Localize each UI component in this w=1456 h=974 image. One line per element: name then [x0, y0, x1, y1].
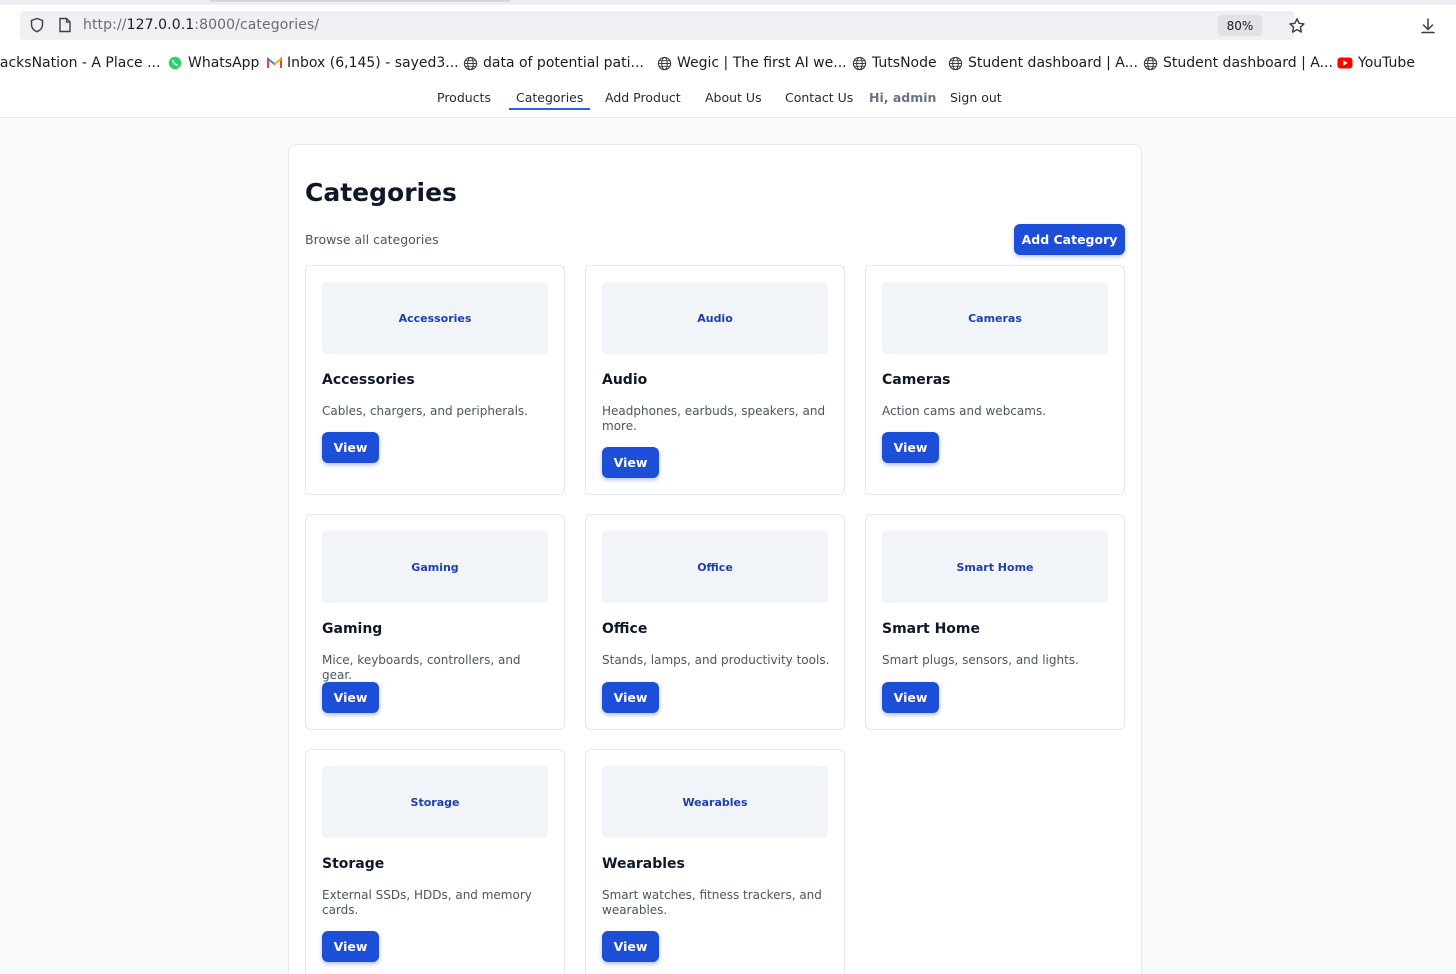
shield-icon[interactable]: [28, 16, 46, 34]
bookmark-item[interactable]: Wegic | The first AI we...: [656, 52, 847, 74]
category-description: Smart watches, fitness trackers, and wea…: [602, 888, 822, 917]
bookmark-label: data of potential pati...: [483, 55, 644, 71]
category-description: Mice, keyboards, controllers, and gear.: [322, 653, 521, 682]
category-card-office: Office Office Stands, lamps, and product…: [585, 514, 845, 730]
category-thumbnail: Gaming: [322, 531, 548, 603]
nav-about-us[interactable]: About Us: [705, 90, 762, 105]
bookmarks-bar: lacksNation - A Place ... WhatsApp Inbox…: [0, 48, 1456, 78]
nav-add-product[interactable]: Add Product: [605, 90, 681, 105]
category-name: Smart Home: [882, 621, 981, 637]
bookmark-item[interactable]: WhatsApp: [167, 52, 259, 74]
bookmark-star-icon[interactable]: [1286, 15, 1308, 36]
browser-toolbar: http://127.0.0.1:8000/categories/ 80% la…: [0, 5, 1456, 80]
gmail-icon: [266, 55, 282, 71]
bookmark-label: TutsNode: [872, 55, 937, 71]
category-description: Stands, lamps, and productivity tools.: [602, 653, 830, 667]
globe-icon: [1142, 55, 1158, 71]
category-name: Accessories: [322, 372, 415, 388]
globe-icon: [947, 55, 963, 71]
category-card-gaming: Gaming Gaming Mice, keyboards, controlle…: [305, 514, 565, 730]
category-card-cameras: Cameras Cameras Action cams and webcams.…: [865, 265, 1125, 495]
download-icon[interactable]: [1416, 14, 1440, 38]
view-button[interactable]: View: [602, 931, 659, 962]
bookmark-item[interactable]: Student dashboard | A...: [1142, 52, 1333, 74]
bookmark-label: Inbox (6,145) - sayed3...: [287, 55, 459, 71]
bookmark-item[interactable]: TutsNode: [851, 52, 937, 74]
globe-icon: [462, 55, 478, 71]
globe-icon: [656, 55, 672, 71]
category-description: Headphones, earbuds, speakers, and more.: [602, 404, 826, 433]
whatsapp-icon: [167, 55, 183, 71]
category-card-wearables: Wearables Wearables Smart watches, fitne…: [585, 749, 845, 974]
view-button[interactable]: View: [322, 432, 379, 463]
categories-panel: Categories Browse all categories Add Cat…: [288, 144, 1142, 974]
category-thumbnail: Wearables: [602, 766, 828, 838]
category-name: Audio: [602, 372, 648, 388]
category-card-storage: Storage Storage External SSDs, HDDs, and…: [305, 749, 565, 974]
view-button[interactable]: View: [322, 931, 379, 962]
nav-contact-us[interactable]: Contact Us: [785, 90, 853, 105]
bookmark-item[interactable]: lacksNation - A Place ...: [0, 52, 160, 74]
nav-products[interactable]: Products: [437, 90, 491, 105]
bookmark-label: lacksNation - A Place ...: [0, 55, 161, 71]
bookmark-label: WhatsApp: [188, 55, 260, 71]
globe-icon: [851, 55, 867, 71]
category-name: Office: [602, 621, 648, 637]
category-thumbnail: Accessories: [322, 282, 548, 354]
address-bar[interactable]: http://127.0.0.1:8000/categories/ 80%: [20, 11, 1305, 40]
category-description: External SSDs, HDDs, and memory cards.: [322, 888, 532, 917]
category-thumbnail: Office: [602, 531, 828, 603]
site-nav: Products Categories Add Product About Us…: [0, 80, 1456, 118]
category-thumbnail: Audio: [602, 282, 828, 354]
nav-sign-out[interactable]: Sign out: [950, 90, 1002, 105]
bookmark-label: Student dashboard | A...: [968, 55, 1138, 71]
category-thumbnail: Storage: [322, 766, 548, 838]
category-name: Cameras: [882, 372, 951, 388]
category-name: Gaming: [322, 621, 383, 637]
view-button[interactable]: View: [882, 682, 939, 713]
nav-categories[interactable]: Categories: [509, 90, 591, 110]
bookmark-label: YouTube: [1358, 55, 1415, 71]
category-description: Action cams and webcams.: [882, 404, 1047, 418]
category-name: Wearables: [602, 856, 685, 872]
page-icon[interactable]: [56, 16, 74, 34]
zoom-level[interactable]: 80%: [1218, 15, 1262, 36]
youtube-icon: [1337, 55, 1353, 71]
category-name: Storage: [322, 856, 385, 872]
user-greeting: Hi, admin: [869, 90, 937, 105]
add-category-button[interactable]: Add Category: [1014, 224, 1125, 255]
view-button[interactable]: View: [882, 432, 939, 463]
bookmark-label: Student dashboard | A...: [1163, 55, 1333, 71]
page-subtitle: Browse all categories: [305, 232, 439, 247]
view-button[interactable]: View: [322, 682, 379, 713]
category-card-smart-home: Smart Home Smart Home Smart plugs, senso…: [865, 514, 1125, 730]
active-tab-edge: [210, 0, 510, 2]
category-thumbnail: Cameras: [882, 282, 1108, 354]
category-description: Smart plugs, sensors, and lights.: [882, 653, 1079, 667]
bookmark-item[interactable]: Student dashboard | A...: [947, 52, 1138, 74]
bookmark-item[interactable]: Inbox (6,145) - sayed3...: [266, 52, 459, 74]
category-description: Cables, chargers, and peripherals.: [322, 404, 528, 418]
url-text[interactable]: http://127.0.0.1:8000/categories/: [83, 17, 319, 33]
category-card-audio: Audio Audio Headphones, earbuds, speaker…: [585, 265, 845, 495]
page-title: Categories: [305, 178, 457, 207]
category-thumbnail: Smart Home: [882, 531, 1108, 603]
bookmark-item[interactable]: data of potential pati...: [462, 52, 644, 74]
view-button[interactable]: View: [602, 682, 659, 713]
bookmark-label: Wegic | The first AI we...: [677, 55, 847, 71]
category-card-accessories: Accessories Accessories Cables, chargers…: [305, 265, 565, 495]
bookmark-item[interactable]: YouTube: [1337, 52, 1415, 74]
view-button[interactable]: View: [602, 447, 659, 478]
